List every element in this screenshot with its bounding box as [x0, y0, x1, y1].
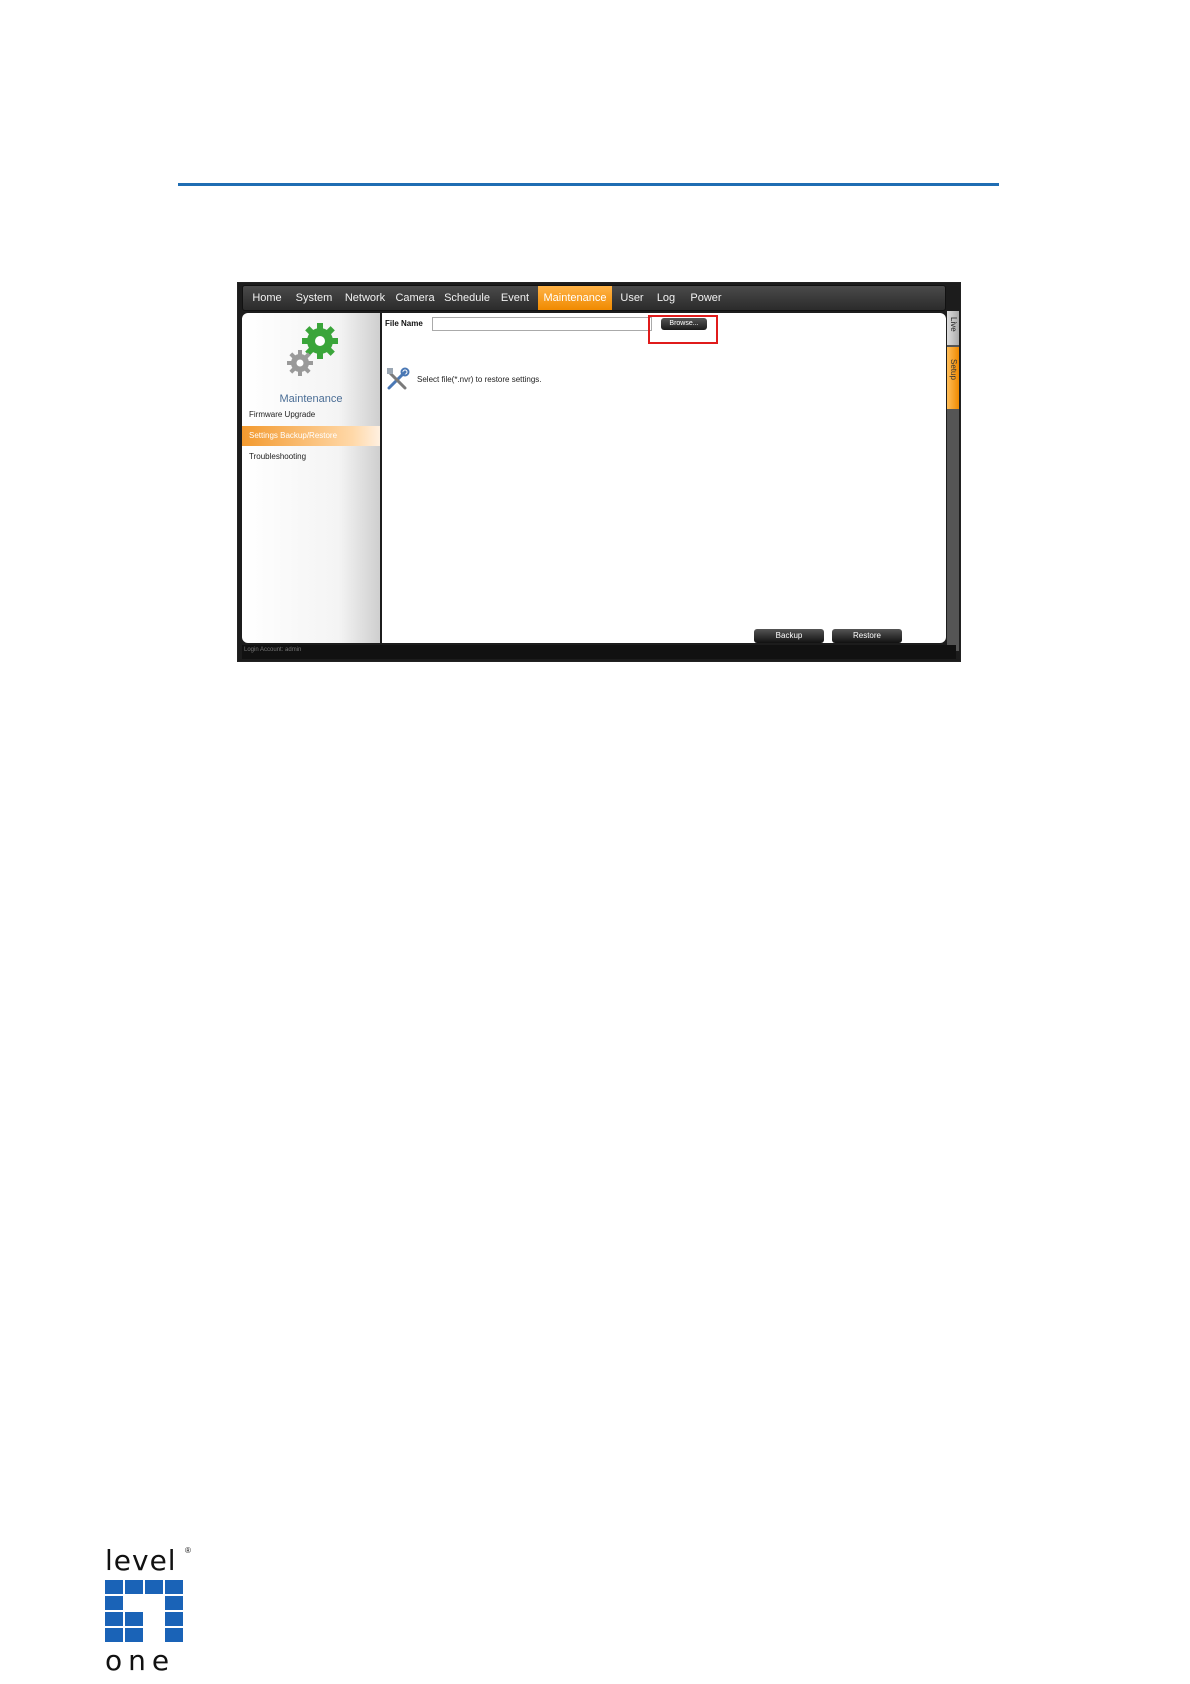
- restore-hint-text: Select file(*.nvr) to restore settings.: [417, 375, 542, 384]
- sidebar-title: Maintenance: [279, 393, 343, 405]
- status-bar: Login Account: admin: [242, 645, 956, 659]
- nav-system[interactable]: System: [291, 286, 337, 310]
- nav-home[interactable]: Home: [247, 286, 287, 310]
- logo-registered-mark: ®: [185, 1546, 191, 1555]
- gears-icon: [280, 321, 342, 383]
- levelone-logo: level ® one: [105, 1544, 197, 1677]
- restore-button[interactable]: Restore: [832, 629, 902, 643]
- logo-level-text: level: [105, 1544, 177, 1577]
- tab-live[interactable]: Live: [947, 311, 959, 345]
- nvr-screenshot: Home System Network Camera Schedule Even…: [237, 282, 961, 662]
- nav-network[interactable]: Network: [341, 286, 389, 310]
- browse-highlight-box: [648, 315, 718, 344]
- login-account-text: Login Account: admin: [244, 647, 302, 653]
- top-nav: Home System Network Camera Schedule Even…: [242, 285, 946, 311]
- sidebar-item-firmware-upgrade[interactable]: Firmware Upgrade: [242, 405, 380, 425]
- file-name-input[interactable]: [432, 317, 652, 331]
- sidebar-item-troubleshooting[interactable]: Troubleshooting: [242, 447, 380, 467]
- sidebar-item-settings-backup-restore[interactable]: Settings Backup/Restore: [242, 426, 380, 446]
- nav-maintenance[interactable]: Maintenance: [538, 286, 612, 310]
- nav-schedule[interactable]: Schedule: [441, 286, 493, 310]
- logo-one-text: one: [105, 1644, 176, 1677]
- nav-event[interactable]: Event: [497, 286, 533, 310]
- nav-user[interactable]: User: [616, 286, 648, 310]
- header-rule: [178, 183, 999, 186]
- nav-camera[interactable]: Camera: [393, 286, 437, 310]
- nav-log[interactable]: Log: [651, 286, 681, 310]
- side-tabs: Live Setup: [947, 311, 959, 651]
- tab-setup[interactable]: Setup: [947, 347, 959, 409]
- tab-live-label: Live: [949, 317, 958, 332]
- main-content: File Name Browse... Select file(*.nvr) t…: [382, 313, 946, 643]
- nav-power[interactable]: Power: [684, 286, 728, 310]
- file-name-label: File Name: [385, 319, 423, 328]
- tab-setup-label: Setup: [949, 359, 958, 380]
- backup-button[interactable]: Backup: [754, 629, 824, 643]
- tools-icon: [385, 366, 411, 392]
- sidebar: Maintenance Firmware Upgrade Settings Ba…: [242, 313, 380, 643]
- logo-grid-icon: [105, 1580, 183, 1642]
